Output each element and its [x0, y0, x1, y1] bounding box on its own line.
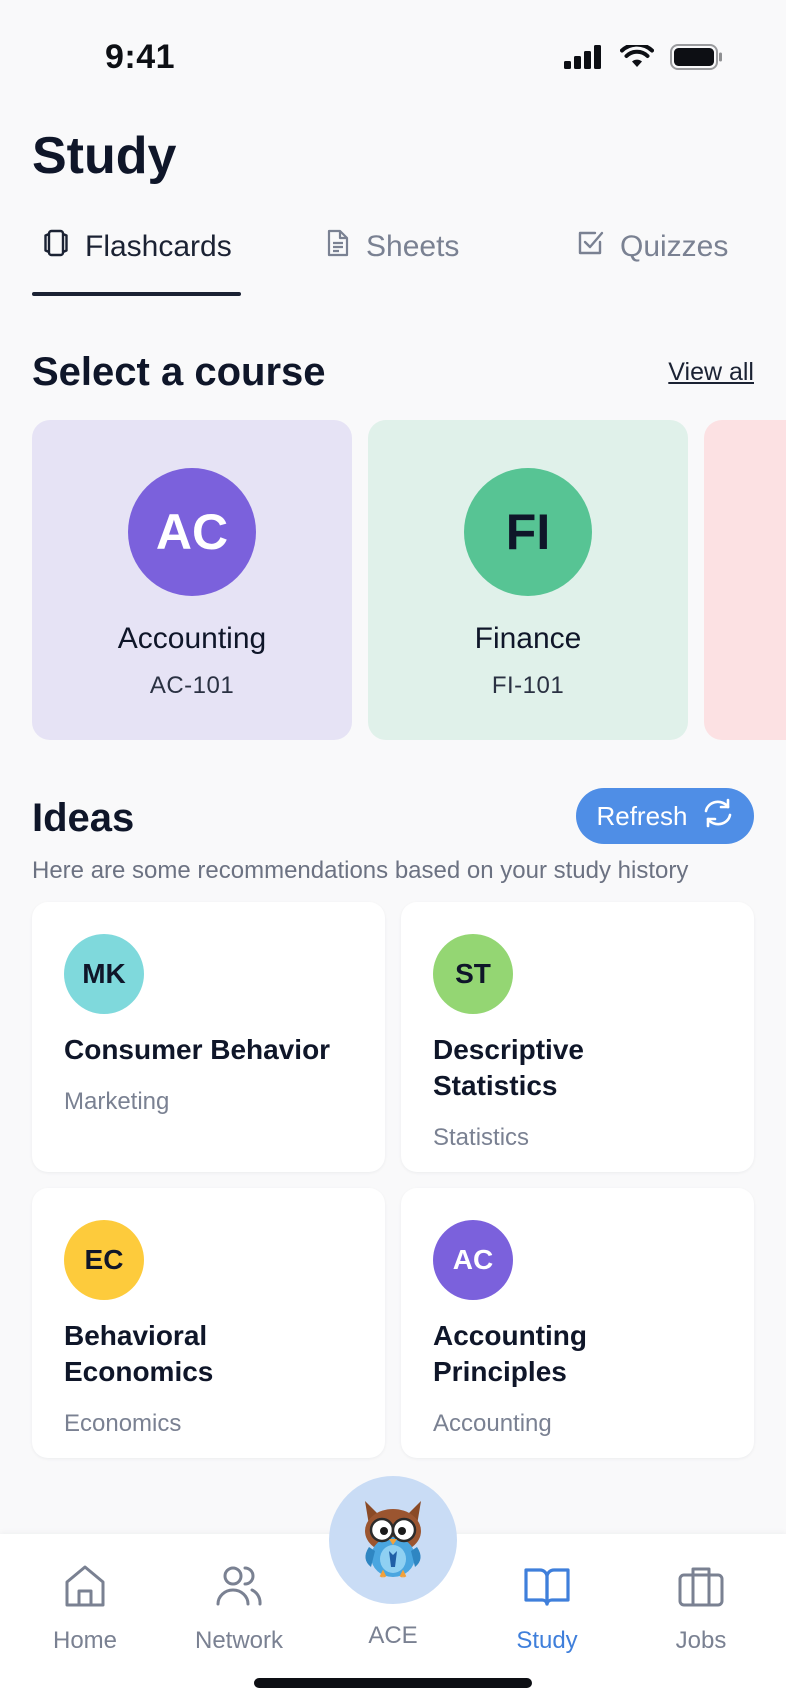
idea-title: Accounting Principles: [433, 1320, 587, 1387]
courses-section-title: Select a course: [32, 350, 326, 394]
battery-icon: [670, 44, 724, 75]
tab-quizzes[interactable]: Quizzes: [576, 228, 728, 266]
idea-card[interactable]: AC Accounting Principles Accounting: [401, 1188, 754, 1458]
briefcase-icon: [676, 1562, 726, 1617]
nav-label: Network: [194, 1627, 284, 1654]
home-indicator: [254, 1678, 532, 1688]
tab-label: Flashcards: [85, 230, 232, 263]
cellular-signal-icon: [564, 45, 604, 74]
course-avatar: FI: [464, 468, 592, 596]
flashcards-icon: [41, 228, 71, 266]
course-name: Finance: [474, 622, 582, 655]
owl-mascot-icon: [355, 1495, 431, 1586]
idea-avatar: EC: [64, 1220, 144, 1300]
idea-card[interactable]: ST Descriptive Statistics Statistics: [401, 902, 754, 1172]
active-tab-indicator: [32, 292, 241, 296]
refresh-icon: [702, 798, 734, 835]
view-all-link[interactable]: View all: [668, 358, 754, 387]
refresh-label: Refresh: [596, 800, 688, 831]
idea-avatar: MK: [64, 934, 144, 1014]
ideas-section-title: Ideas: [32, 796, 135, 840]
nav-jobs[interactable]: Jobs: [641, 1562, 761, 1655]
wifi-icon: [620, 42, 654, 74]
nav-study[interactable]: Study: [487, 1562, 607, 1655]
ace-button[interactable]: [329, 1476, 457, 1604]
idea-subject: Economics: [64, 1410, 182, 1437]
nav-ace[interactable]: ACE: [333, 1622, 453, 1650]
status-time: 9:41: [105, 38, 176, 76]
idea-title: Behavioral Economics: [64, 1320, 214, 1387]
idea-avatar: AC: [433, 1220, 513, 1300]
document-icon: [324, 228, 352, 266]
tab-label: Sheets: [366, 230, 460, 263]
nav-label: Home: [52, 1627, 118, 1654]
checkbox-icon: [576, 228, 606, 266]
idea-card[interactable]: MK Consumer Behavior Marketing: [32, 902, 385, 1172]
nav-home[interactable]: Home: [25, 1562, 145, 1655]
refresh-button[interactable]: Refresh: [576, 788, 754, 844]
tab-flashcards[interactable]: Flashcards: [41, 228, 232, 266]
home-icon: [61, 1562, 109, 1617]
nav-network[interactable]: Network: [179, 1562, 299, 1655]
tab-label: Quizzes: [620, 230, 729, 263]
course-code: FI-101: [491, 672, 565, 699]
course-card-finance[interactable]: FI Finance FI-101: [368, 420, 688, 740]
idea-subject: Statistics: [433, 1124, 530, 1151]
course-name: Accounting: [117, 622, 267, 655]
idea-subject: Accounting: [433, 1410, 552, 1437]
idea-title: Consumer Behavior: [64, 1034, 331, 1065]
course-avatar: AC: [128, 468, 256, 596]
idea-subject: Marketing: [64, 1088, 170, 1115]
nav-label: Jobs: [675, 1627, 727, 1654]
study-tabs: Flashcards Sheets Quizzes: [32, 228, 754, 296]
nav-label: ACE: [368, 1622, 418, 1649]
idea-avatar: ST: [433, 934, 513, 1014]
idea-title: Descriptive Statistics: [433, 1034, 584, 1101]
course-code: AC-101: [149, 672, 235, 699]
course-card-partial[interactable]: [704, 420, 786, 740]
course-card-accounting[interactable]: AC Accounting AC-101: [32, 420, 352, 740]
book-open-icon: [522, 1562, 572, 1617]
status-icons: [564, 42, 724, 75]
idea-card[interactable]: EC Behavioral Economics Economics: [32, 1188, 385, 1458]
ideas-subtitle: Here are some recommendations based on y…: [32, 857, 689, 884]
page-title: Study: [32, 127, 177, 185]
users-icon: [214, 1562, 264, 1617]
tab-sheets[interactable]: Sheets: [324, 228, 459, 266]
nav-label: Study: [516, 1627, 578, 1654]
